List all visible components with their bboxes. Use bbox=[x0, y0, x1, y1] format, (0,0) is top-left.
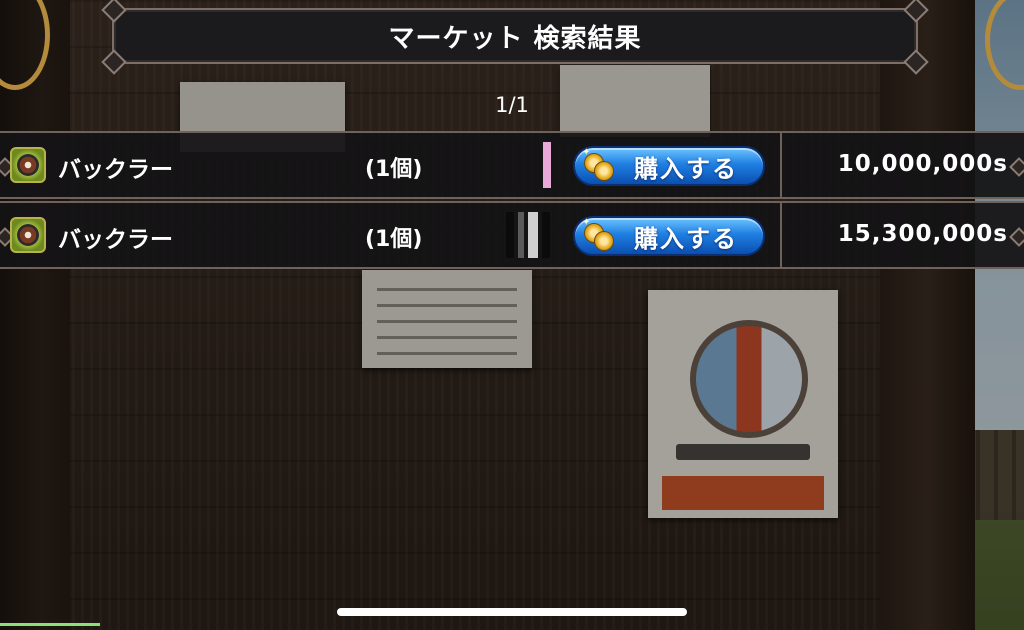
item-quantity: (1個) bbox=[365, 227, 423, 252]
progress-strip bbox=[0, 623, 100, 626]
coin-icon: ✦ bbox=[582, 217, 614, 251]
row-ornament bbox=[1009, 157, 1024, 177]
row-ornament bbox=[1009, 227, 1024, 247]
buy-button[interactable]: ✦ 購入する bbox=[573, 146, 765, 186]
title-bar: マーケット 検索結果 bbox=[101, 0, 929, 75]
column-divider bbox=[780, 133, 782, 197]
buy-button-label: 購入する bbox=[634, 224, 738, 253]
column-divider bbox=[780, 203, 782, 267]
listing-row: バックラー (1個) ✦ 購入する 10,000,000s bbox=[0, 131, 1024, 199]
listing-row: バックラー (1個) ✦ 購入する 15,300,000s bbox=[0, 201, 1024, 269]
highlight-marker bbox=[543, 142, 551, 188]
buy-button[interactable]: ✦ 購入する bbox=[573, 216, 765, 256]
item-quantity: (1個) bbox=[365, 157, 423, 182]
listing-list: バックラー (1個) ✦ 購入する 10,000,000s バックラー (1個)… bbox=[0, 131, 1024, 271]
item-name: バックラー bbox=[58, 157, 173, 183]
buckler-shield-icon bbox=[10, 217, 46, 253]
page-indicator: 1/1 bbox=[495, 93, 529, 117]
page-title: マーケット 検索結果 bbox=[388, 23, 642, 54]
item-price: 10,000,000s bbox=[837, 151, 1008, 177]
buy-button-label: 購入する bbox=[634, 154, 738, 183]
highlight-marker bbox=[506, 212, 552, 258]
home-indicator[interactable] bbox=[337, 608, 687, 616]
coin-icon: ✦ bbox=[582, 147, 614, 181]
item-price: 15,300,000s bbox=[837, 221, 1008, 247]
buckler-shield-icon bbox=[10, 147, 46, 183]
item-name: バックラー bbox=[58, 227, 173, 253]
